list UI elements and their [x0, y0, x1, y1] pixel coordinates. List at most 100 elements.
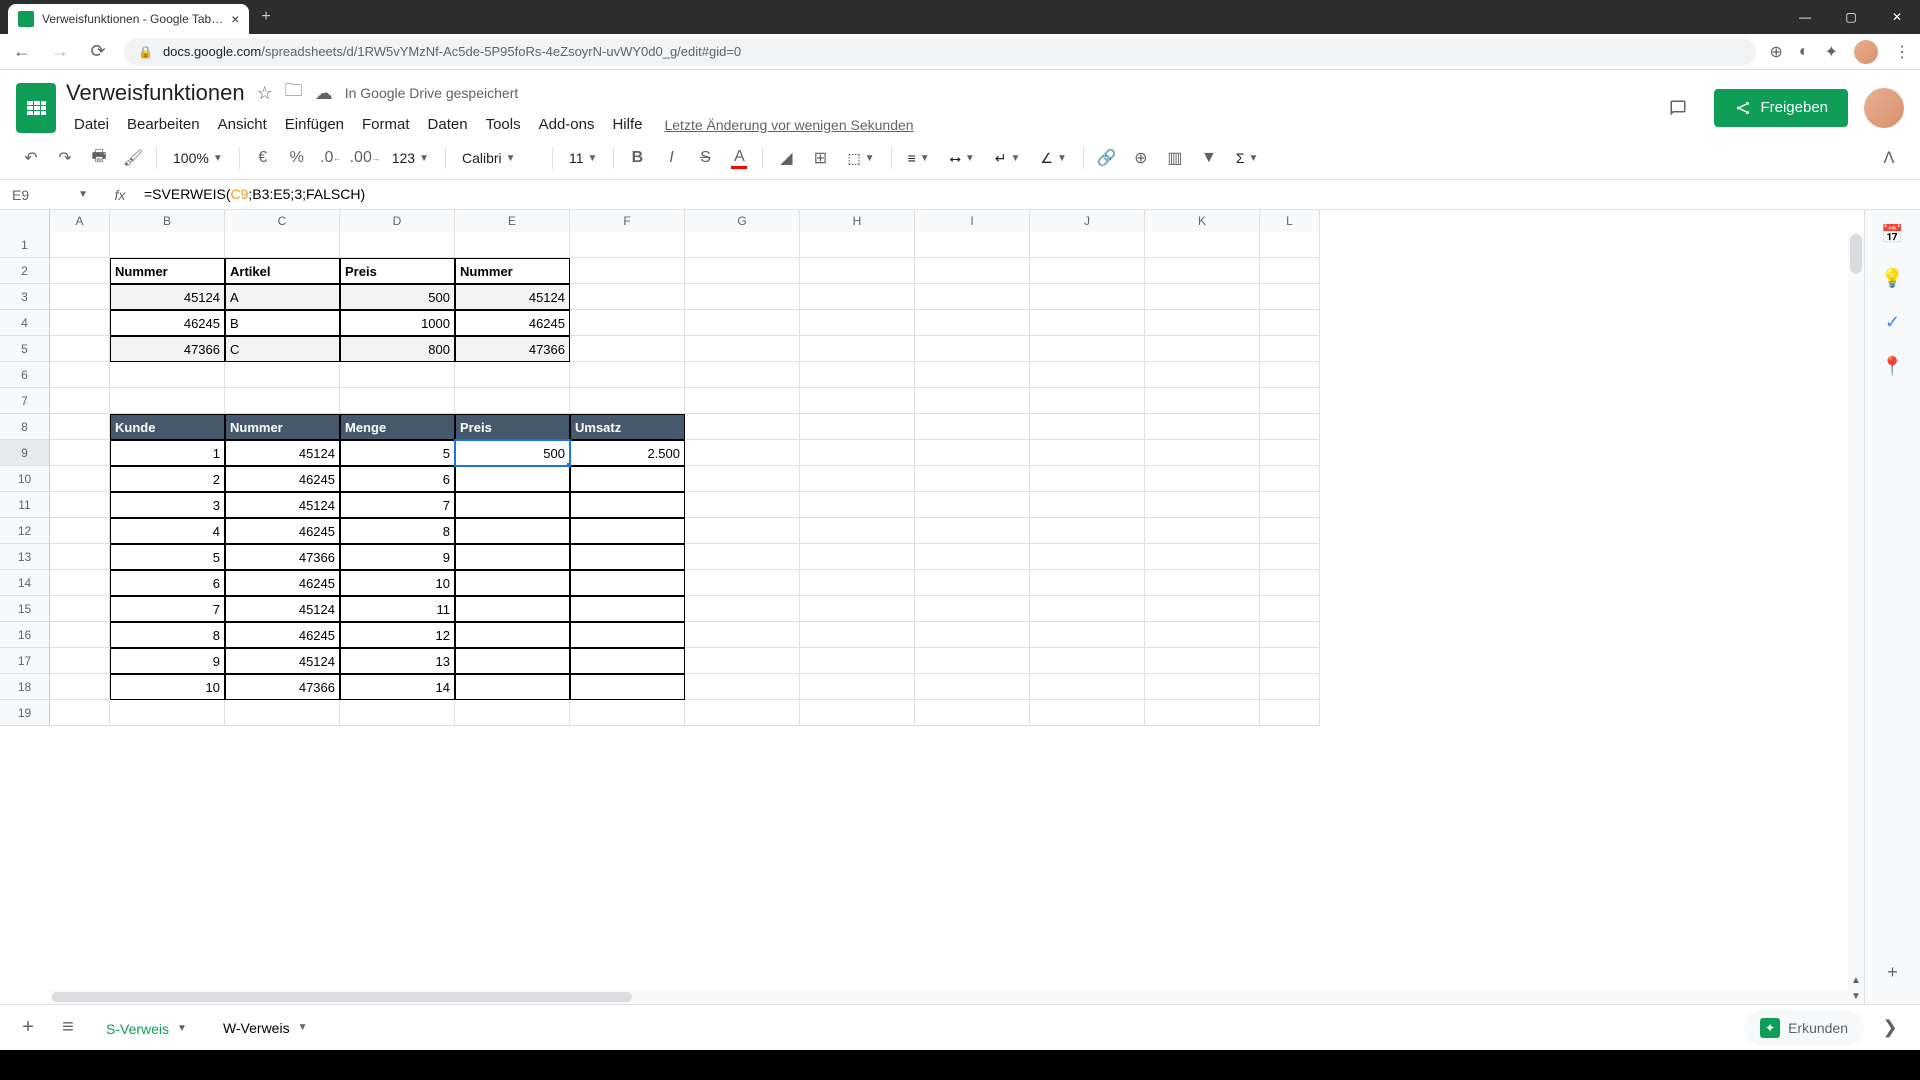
cell[interactable] — [800, 258, 915, 284]
cell[interactable] — [1030, 362, 1145, 388]
share-button[interactable]: Freigeben — [1714, 89, 1848, 127]
cell[interactable]: B — [225, 310, 340, 336]
row-header[interactable]: 11 — [0, 492, 49, 518]
cell[interactable] — [915, 336, 1030, 362]
fill-handle[interactable] — [566, 462, 570, 466]
cell[interactable] — [50, 570, 110, 596]
account-avatar[interactable] — [1864, 88, 1904, 128]
cell[interactable] — [110, 232, 225, 258]
cell[interactable] — [685, 596, 800, 622]
cell[interactable] — [455, 700, 570, 726]
cell[interactable] — [1260, 570, 1320, 596]
cell[interactable] — [685, 284, 800, 310]
cell[interactable]: 45124 — [225, 596, 340, 622]
maximize-button[interactable]: ▢ — [1828, 0, 1874, 34]
browser-tab[interactable]: Verweisfunktionen - Google Tab… × — [8, 4, 249, 34]
cell[interactable]: 500 — [340, 284, 455, 310]
cell[interactable] — [570, 518, 685, 544]
percent-button[interactable]: % — [282, 143, 312, 173]
cell[interactable] — [1145, 310, 1260, 336]
cell[interactable] — [110, 700, 225, 726]
cell[interactable] — [915, 492, 1030, 518]
cell[interactable] — [915, 362, 1030, 388]
cell[interactable]: Umsatz — [570, 414, 685, 440]
sheet-tab[interactable]: W-Verweis▼ — [209, 1012, 322, 1044]
cell[interactable] — [50, 492, 110, 518]
cell[interactable]: 2 — [110, 466, 225, 492]
cell[interactable]: 46245 — [110, 310, 225, 336]
cell[interactable] — [1030, 232, 1145, 258]
cell[interactable] — [225, 700, 340, 726]
cell[interactable] — [685, 362, 800, 388]
cell[interactable] — [1145, 518, 1260, 544]
cell[interactable] — [800, 622, 915, 648]
cell[interactable] — [110, 362, 225, 388]
column-header[interactable]: C — [225, 210, 340, 232]
cell[interactable]: 46245 — [455, 310, 570, 336]
explore-button[interactable]: Erkunden — [1744, 1010, 1864, 1046]
cell[interactable] — [110, 388, 225, 414]
cell[interactable] — [455, 466, 570, 492]
cell[interactable] — [225, 362, 340, 388]
redo-button[interactable]: ↷ — [50, 143, 80, 173]
cell[interactable]: 9 — [340, 544, 455, 570]
cell[interactable] — [50, 648, 110, 674]
row-header[interactable]: 19 — [0, 700, 49, 726]
functions-button[interactable]: Σ▼ — [1228, 150, 1267, 166]
cell[interactable] — [800, 388, 915, 414]
text-color-button[interactable]: A — [724, 143, 754, 173]
name-box[interactable]: E9▼ — [0, 187, 100, 203]
cell[interactable] — [340, 232, 455, 258]
cell[interactable] — [50, 362, 110, 388]
cell[interactable] — [1260, 596, 1320, 622]
cell[interactable]: Menge — [340, 414, 455, 440]
cell[interactable] — [1030, 336, 1145, 362]
cell[interactable] — [800, 310, 915, 336]
row-header[interactable]: 1 — [0, 232, 49, 258]
cell[interactable] — [1030, 388, 1145, 414]
toggle-icon[interactable]: ◐ — [1799, 43, 1809, 61]
column-header[interactable]: B — [110, 210, 225, 232]
cell[interactable] — [50, 674, 110, 700]
undo-button[interactable]: ↶ — [16, 143, 46, 173]
cell[interactable] — [685, 414, 800, 440]
cell[interactable] — [1030, 570, 1145, 596]
reload-button[interactable]: ⟳ — [86, 41, 110, 62]
cell[interactable] — [1260, 544, 1320, 570]
move-icon[interactable]: 🗀 — [285, 78, 303, 108]
cell[interactable] — [340, 388, 455, 414]
cell[interactable] — [685, 648, 800, 674]
cell[interactable] — [570, 674, 685, 700]
cell[interactable] — [800, 362, 915, 388]
all-sheets-button[interactable]: ≡ — [52, 1012, 84, 1044]
cell[interactable] — [1030, 700, 1145, 726]
row-header[interactable]: 9 — [0, 440, 49, 466]
show-side-panel-button[interactable]: ❯ — [1872, 1010, 1908, 1046]
currency-button[interactable]: € — [248, 143, 278, 173]
cell[interactable] — [1260, 232, 1320, 258]
cell[interactable]: Nummer — [455, 258, 570, 284]
cell[interactable] — [915, 440, 1030, 466]
cell[interactable] — [570, 284, 685, 310]
cell[interactable] — [1030, 466, 1145, 492]
menu-insert[interactable]: Einfügen — [277, 112, 352, 137]
cell[interactable] — [1030, 440, 1145, 466]
cell[interactable] — [915, 388, 1030, 414]
menu-tools[interactable]: Tools — [478, 112, 529, 137]
cell[interactable] — [1145, 440, 1260, 466]
borders-button[interactable]: ⊞ — [805, 143, 835, 173]
cell[interactable]: 14 — [340, 674, 455, 700]
cell[interactable] — [1260, 466, 1320, 492]
row-header[interactable]: 10 — [0, 466, 49, 492]
cell[interactable] — [570, 596, 685, 622]
cell[interactable] — [570, 362, 685, 388]
chart-button[interactable]: ▥ — [1160, 143, 1190, 173]
cell[interactable]: 47366 — [225, 544, 340, 570]
browser-menu-icon[interactable]: ⋮ — [1894, 42, 1910, 62]
cell[interactable] — [800, 232, 915, 258]
cell[interactable] — [915, 596, 1030, 622]
cell[interactable]: 1000 — [340, 310, 455, 336]
cell[interactable] — [1030, 544, 1145, 570]
close-tab-icon[interactable]: × — [231, 11, 239, 27]
cell[interactable] — [50, 258, 110, 284]
